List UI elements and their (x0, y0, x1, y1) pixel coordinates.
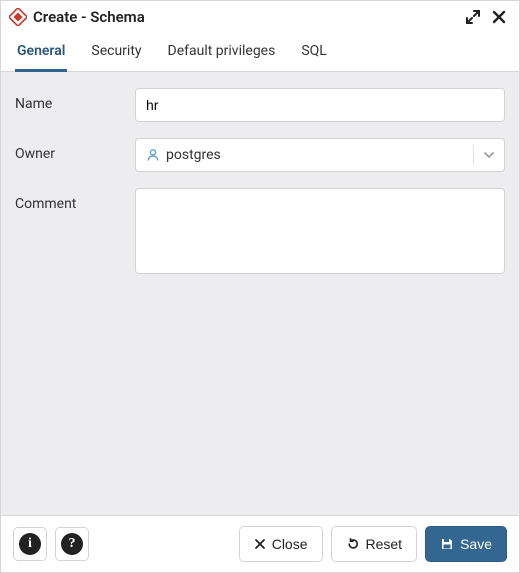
name-input[interactable] (135, 88, 505, 122)
tab-security[interactable]: Security (89, 33, 143, 72)
row-owner: Owner postgres (15, 138, 505, 172)
chevron-down-icon (474, 149, 504, 161)
save-button-label: Save (460, 536, 492, 552)
x-icon (254, 538, 266, 550)
comment-input[interactable] (135, 188, 505, 274)
close-button[interactable]: Close (239, 526, 323, 562)
info-button[interactable]: i (13, 527, 47, 561)
tab-sql[interactable]: SQL (299, 33, 328, 72)
tab-bar: General Security Default privileges SQL (1, 33, 519, 72)
expand-icon[interactable] (463, 7, 483, 27)
row-name: Name (15, 88, 505, 122)
owner-value: postgres (166, 147, 473, 163)
reset-icon (346, 537, 360, 551)
save-button[interactable]: Save (425, 526, 507, 562)
user-icon (146, 148, 160, 162)
reset-button[interactable]: Reset (331, 526, 418, 562)
save-icon (440, 537, 454, 551)
schema-icon (9, 8, 27, 26)
tab-default-privileges[interactable]: Default privileges (166, 33, 278, 72)
name-label: Name (15, 88, 135, 112)
info-icon: i (19, 533, 41, 555)
close-icon[interactable] (489, 7, 509, 27)
owner-label: Owner (15, 138, 135, 162)
reset-button-label: Reset (366, 536, 403, 552)
help-icon: ? (61, 533, 83, 555)
create-schema-dialog: Create - Schema General Security Default… (0, 0, 520, 573)
tab-general[interactable]: General (15, 33, 67, 72)
dialog-title: Create - Schema (33, 8, 457, 26)
owner-select[interactable]: postgres (135, 138, 505, 172)
close-button-label: Close (272, 536, 308, 552)
dialog-footer: i ? Close Reset Save (1, 515, 519, 572)
row-comment: Comment (15, 188, 505, 278)
tab-panel-general: Name Owner postgres (1, 72, 519, 515)
comment-label: Comment (15, 188, 135, 212)
titlebar: Create - Schema (1, 1, 519, 31)
help-button[interactable]: ? (55, 527, 89, 561)
